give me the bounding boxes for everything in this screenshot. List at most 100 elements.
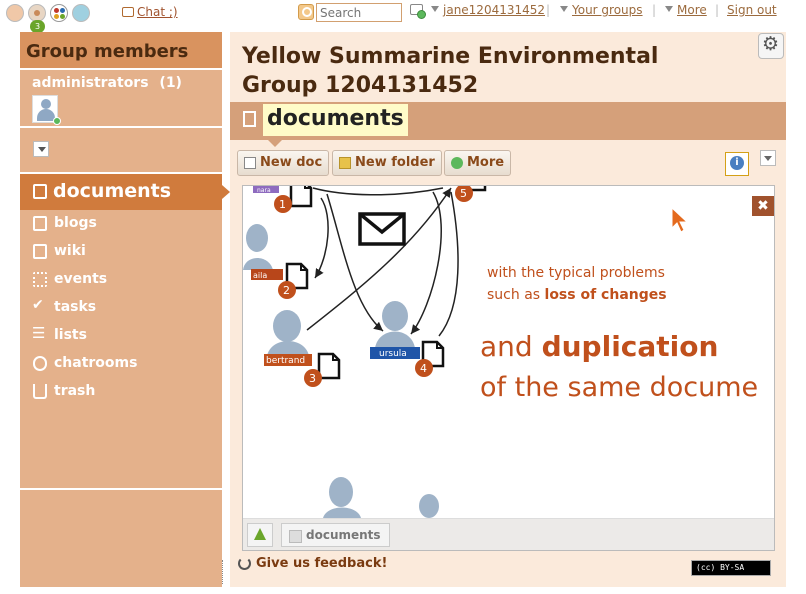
sidebar-item-label: wiki: [54, 243, 86, 259]
avatar[interactable]: [32, 95, 61, 125]
breadcrumb[interactable]: documents: [281, 523, 390, 547]
wiki-icon: [33, 244, 47, 259]
sidebar-item-label: chatrooms: [54, 355, 138, 371]
svg-text:and duplication: and duplication: [480, 330, 718, 363]
new-doc-icon: [244, 157, 256, 169]
administrators-count: (1): [159, 75, 182, 91]
step-number: 3: [309, 372, 316, 385]
chat-icon: [122, 7, 134, 17]
administrators-label: administrators: [32, 75, 149, 91]
headline-line-2: of the same docume: [480, 372, 758, 403]
separator: |: [546, 3, 551, 17]
new-doc-label: New doc: [260, 155, 323, 170]
groups-dropdown-icon[interactable]: [560, 6, 568, 12]
document-preview: nara 1 aila 2 bertrand 3 ursula 4 5 with…: [242, 185, 775, 551]
top-bar: 3 Chat ;) jane1204131452 | Your groups |…: [0, 0, 806, 33]
person-name: nara: [257, 187, 271, 194]
sign-out-link[interactable]: Sign out: [727, 3, 777, 17]
folder-icon: [339, 157, 351, 169]
person-name: ursula: [379, 349, 407, 359]
sidebar: Group members administrators (1) documen…: [20, 32, 230, 587]
sidebar-item-label: documents: [53, 180, 172, 202]
separator: |: [652, 3, 657, 17]
feedback-link[interactable]: Give us feedback!: [238, 556, 387, 571]
sidebar-item-tasks[interactable]: ✔ tasks: [20, 294, 222, 322]
sidebar-item-label: blogs: [54, 215, 97, 231]
sidebar-item-events[interactable]: events: [20, 266, 222, 294]
sidebar-item-chatrooms[interactable]: chatrooms: [20, 350, 222, 378]
info-button[interactable]: [725, 152, 749, 176]
preview-illustration: nara 1 aila 2 bertrand 3 ursula 4 5 with…: [243, 186, 758, 518]
chat-icon: [33, 356, 47, 371]
up-folder-button[interactable]: [247, 523, 273, 547]
envelope-icon: [358, 212, 406, 246]
feedback-label: Give us feedback!: [256, 556, 388, 571]
globe-app-icon[interactable]: [72, 4, 90, 22]
sidebar-item-documents[interactable]: documents: [20, 174, 230, 210]
step-number: 5: [460, 187, 467, 200]
person-name: aila: [253, 271, 267, 280]
settings-gear-button[interactable]: [758, 33, 784, 59]
new-folder-label: New folder: [355, 155, 435, 170]
chat-link[interactable]: Chat ;): [122, 5, 178, 19]
sidebar-item-wiki[interactable]: wiki: [20, 238, 222, 266]
sidebar-footer: [20, 488, 222, 587]
calendar-icon: [33, 272, 47, 287]
online-icon: [53, 117, 61, 125]
more-dropdown-icon[interactable]: [665, 6, 673, 12]
main-content: Yellow Summarine Environmental Group 120…: [230, 32, 786, 587]
resize-grip[interactable]: [222, 560, 230, 584]
blog-icon: [33, 216, 47, 231]
more-link[interactable]: More: [677, 3, 707, 17]
sidebar-item-label: lists: [54, 327, 87, 343]
license-badge[interactable]: (cc) BY-SA: [691, 560, 771, 576]
check-icon: ✔: [32, 297, 44, 313]
document-footer: documents: [243, 518, 774, 550]
plus-icon: [451, 157, 463, 169]
username-link[interactable]: jane1204131452: [443, 3, 545, 17]
trash-icon: [33, 384, 47, 399]
caption-line-2-bold: loss of changes: [545, 287, 667, 303]
document-icon: [243, 111, 256, 127]
your-groups-link[interactable]: Your groups: [572, 3, 643, 17]
step-number: 1: [279, 198, 286, 211]
search-icon[interactable]: [298, 4, 314, 20]
section-pointer: [268, 140, 282, 147]
separator: |: [715, 3, 720, 17]
view-dropdown-button[interactable]: [760, 150, 776, 166]
document-icon: [33, 184, 47, 199]
chat-label: Chat ;): [137, 5, 178, 19]
members-dropdown-button[interactable]: [33, 141, 49, 157]
close-preview-button[interactable]: ✖: [752, 196, 774, 216]
sidebar-item-label: events: [54, 271, 108, 287]
home-app-icon[interactable]: [6, 4, 24, 22]
sidebar-item-label: trash: [54, 383, 96, 399]
new-doc-button[interactable]: New doc: [237, 150, 330, 176]
svg-text:such as loss of changes: such as loss of changes: [487, 287, 667, 303]
new-folder-button[interactable]: New folder: [332, 150, 442, 176]
step-number: 2: [283, 284, 290, 297]
headline-prefix: and: [480, 330, 542, 363]
section-title: documents: [263, 104, 408, 136]
section-header: documents: [230, 102, 786, 140]
step-number: 4: [420, 362, 427, 375]
more-label: More: [467, 155, 505, 170]
group-members-header: Group members: [20, 32, 222, 70]
headline-bold: duplication: [542, 330, 719, 363]
sidebar-item-blogs[interactable]: blogs: [20, 210, 222, 238]
sidebar-item-lists[interactable]: ☰ lists: [20, 322, 222, 350]
status-dropdown-icon[interactable]: [431, 6, 439, 12]
sidebar-item-label: tasks: [54, 299, 97, 315]
tool-nav: documents blogs wiki events ✔ tasks ☰ li…: [20, 174, 230, 406]
page-title: Yellow Summarine Environmental Group 120…: [242, 44, 659, 98]
refresh-icon: [238, 557, 251, 570]
sidebar-item-trash[interactable]: trash: [20, 378, 222, 406]
search-input[interactable]: [316, 3, 402, 22]
cursor-icon: [671, 206, 689, 233]
caption-line-2-prefix: such as: [487, 287, 545, 303]
more-button[interactable]: More: [444, 150, 512, 176]
administrators-section: administrators (1): [20, 70, 222, 128]
groups-app-icon[interactable]: [50, 4, 68, 22]
caption-line-1: with the typical problems: [487, 265, 665, 281]
presence-status-icon[interactable]: [410, 4, 426, 20]
